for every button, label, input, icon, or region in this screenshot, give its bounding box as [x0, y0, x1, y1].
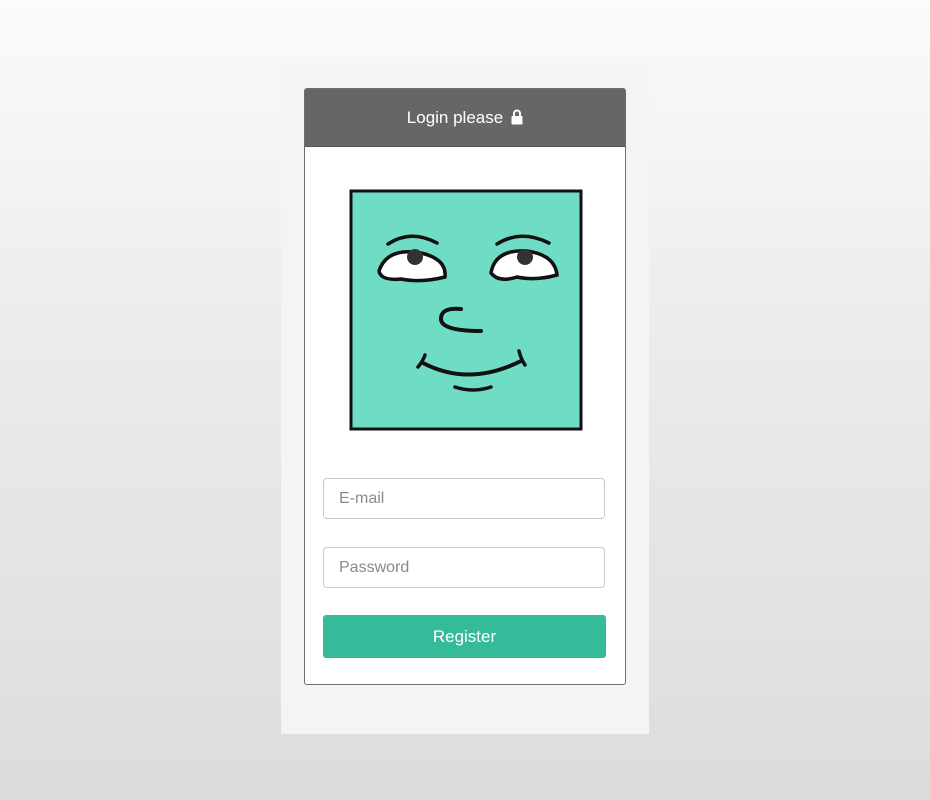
panel-title: Login please: [406, 107, 504, 127]
email-field[interactable]: [323, 478, 605, 519]
avatar: [349, 189, 583, 431]
password-field[interactable]: [323, 547, 605, 588]
register-button[interactable]: Register: [323, 615, 606, 658]
smiling-face-avatar-icon: [349, 189, 583, 431]
lock-icon: [511, 109, 523, 125]
panel-header: Login please: [305, 89, 625, 147]
login-panel: Login please Re: [304, 88, 626, 685]
